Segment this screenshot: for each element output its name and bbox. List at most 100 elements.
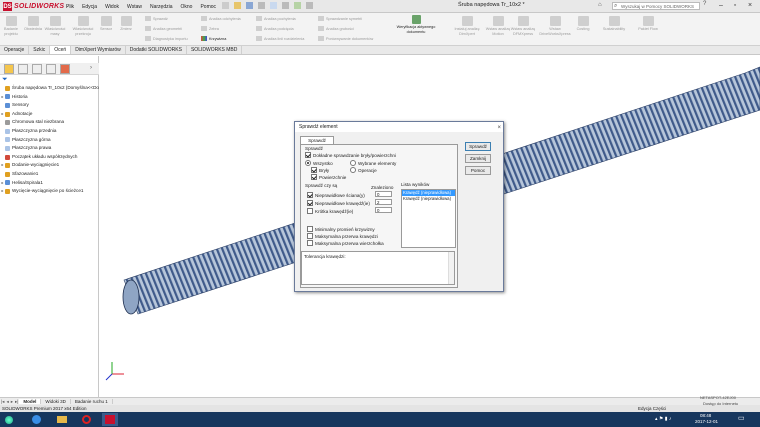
tray-icons[interactable]: ▴ ⚑ ▮ ♪ [655,416,671,422]
file-explorer-icon[interactable] [55,413,69,426]
new-icon[interactable] [222,2,229,9]
solids-checkbox[interactable]: Bryły [311,167,329,173]
symmetry-check-button[interactable]: Sprawdzanie symetrii [318,16,362,21]
short-edges-checkbox[interactable]: Krótka krawędź(ie) [307,208,353,214]
radio-features[interactable]: Operacje [350,167,377,173]
help-icon[interactable]: ? [703,1,706,7]
tree-item[interactable]: Sensory [0,101,99,110]
clock-date[interactable]: 2017-12-01 [695,419,718,424]
tree-root[interactable]: Śruba napędowa Tr_10x2 (Domyślna<<Do [0,84,99,93]
menu-item[interactable]: Plik [66,4,74,10]
costing-button[interactable]: Costing [574,16,592,32]
parting-line-analysis-button[interactable]: Analiza linii rozdzielenia [256,36,304,41]
tree-item[interactable]: Płaszczyzna przednia [0,127,99,136]
tree-item[interactable]: Płaszczyzna prawa [0,144,99,153]
dimxpert-addin-button[interactable]: Instaluj analizę DimXpert [452,16,482,36]
min-radius-checkbox[interactable]: Minimalny promień krzywizny [307,226,375,232]
check-active-document-button[interactable]: Weryfikacja aktywnego dokumentu [388,15,444,34]
help-search-input[interactable]: ⌕ Wyszukaj w Pomocy SOLIDWORKS [612,2,700,10]
configuration-manager-icon[interactable] [32,64,42,74]
tree-item[interactable]: Początek układu współrzędnych [0,153,99,162]
tab-3d-views[interactable]: Widoki 3D [41,399,71,404]
info-text-area[interactable]: Tolerancja krawędzi: [301,251,455,285]
windows-start-icon[interactable] [2,413,16,426]
close-icon[interactable]: × [497,123,501,133]
select-icon[interactable] [282,2,289,9]
tree-item[interactable]: ▸ Helisa/Spirala1 [0,179,99,188]
flow-addin-button[interactable]: Pakiet Flow [636,16,660,32]
section-properties-button[interactable]: Właściwości przekroju [70,16,96,36]
internet-explorer-icon[interactable] [30,413,44,426]
tree-item[interactable]: Chromowa stal niezbrana [0,118,99,127]
tab-sketch[interactable]: Szkic [29,46,51,54]
strict-check-checkbox[interactable]: Dokładne sprawdzanie bryły/powierzchni [305,152,396,158]
zebra-button[interactable]: Zebra [201,26,219,31]
tab-evaluate[interactable]: Oceń [50,46,72,54]
filter-icon[interactable]: ⏷ [2,76,8,84]
display-manager-icon[interactable] [60,64,70,74]
menu-item[interactable]: Narzędzia [150,4,173,10]
opera-icon[interactable] [80,413,94,426]
radio-selected-items[interactable]: Wybrane elementy [350,160,396,166]
dialog-title-bar[interactable]: Sprawdź element × [295,122,503,132]
solidworks-logo[interactable]: DS SOLIDWORKS › [3,2,68,11]
menu-item[interactable]: Okno [181,4,193,10]
tree-item[interactable]: ▸ Historia [0,93,99,102]
options-icon[interactable] [306,2,313,9]
undo-icon[interactable] [270,2,277,9]
envelope-button[interactable]: Obwiednia [24,16,42,32]
sustainability-button[interactable]: Sustainability [598,16,630,32]
tree-item[interactable]: Sfazowanie1 [0,170,99,179]
invalid-faces-checkbox[interactable]: Nieprawidłowe ściana(y) [307,192,365,198]
max-edge-gap-checkbox[interactable]: Maksymalna przerwa krawędzi [307,233,378,239]
tab-model[interactable]: Model [19,399,42,404]
close-dialog-button[interactable]: Zamknij [465,154,491,163]
tab-addins[interactable]: Dodatki SOLIDWORKS [126,46,187,54]
design-study-button[interactable]: Badanie projektu [2,16,20,36]
help-button[interactable]: Pomoc [465,166,491,175]
results-list[interactable]: Krawędź (nieprawidłowa) Krawędź (niepraw… [401,189,456,248]
measure-button[interactable]: Zmierz [117,16,135,32]
deviation-analysis-button[interactable]: Analiza odchylenia [201,16,241,21]
import-diagnostics-button[interactable]: Diagnostyka importu [145,36,188,41]
home-icon[interactable]: ⌂ [598,2,602,8]
undercut-analysis-button[interactable]: Analiza podcięcia [256,26,294,31]
chevron-right-icon[interactable]: › [90,65,92,71]
clock-time[interactable]: 08:48 [700,413,711,418]
list-item[interactable]: Krawędź (nieprawidłowa) [402,196,455,202]
close-button[interactable]: × [743,1,757,11]
dimxpert-manager-icon[interactable] [46,64,56,74]
tab-motion-study[interactable]: Badanie ruchu 1 [71,399,113,404]
menu-item[interactable]: Widok [105,4,119,10]
invalid-edges-checkbox[interactable]: Nieprawidłowe krawędź(ie) [307,200,370,206]
tree-item[interactable]: ▸ Adnotacje [0,110,99,119]
tree-item[interactable]: ▸ Dodanie-wyciągnięcie1 [0,161,99,170]
print-icon[interactable] [258,2,265,9]
surfaces-checkbox[interactable]: Powierzchnie [311,174,346,180]
tab-mbd[interactable]: SOLIDWORKS MBD [187,46,243,54]
sensor-button[interactable]: Sensor [98,16,114,32]
notifications-icon[interactable]: ▭ [738,414,745,422]
menu-item[interactable]: Pomoc [200,4,216,10]
max-vertex-gap-checkbox[interactable]: Maksymalna przerwa wierzchołka [307,240,384,246]
mass-properties-button[interactable]: Właściwości masy [44,16,66,36]
property-manager-icon[interactable] [18,64,28,74]
rebuild-icon[interactable] [294,2,301,9]
feature-manager-icon[interactable] [4,64,14,74]
solidworks-taskbar-icon[interactable] [102,413,118,426]
tab-dimxpert[interactable]: DimXpert Wymiarów [71,46,126,54]
restore-button[interactable]: ▫ [728,1,742,11]
tab-check-entity[interactable]: Sprawdź element [300,136,334,150]
geometry-analysis-button[interactable]: Analiza geometrii [145,26,182,31]
screw-end-face[interactable] [122,279,140,315]
check-button[interactable]: Sprawdź [465,142,491,151]
info-scrollbar[interactable] [448,252,454,284]
draft-analysis-button[interactable]: Analiza pochylenia [256,16,296,21]
driveworks-addin-button[interactable]: Wstaw DriveWorksXpress [538,16,572,36]
minimize-button[interactable]: – [714,1,728,11]
list-item[interactable]: Krawędź (nieprawidłowa) [402,190,455,196]
tab-features[interactable]: Operacje [0,46,30,54]
check-button[interactable]: Sprawdź [145,16,168,21]
menu-item[interactable]: Edycja [82,4,97,10]
open-icon[interactable] [234,2,241,9]
